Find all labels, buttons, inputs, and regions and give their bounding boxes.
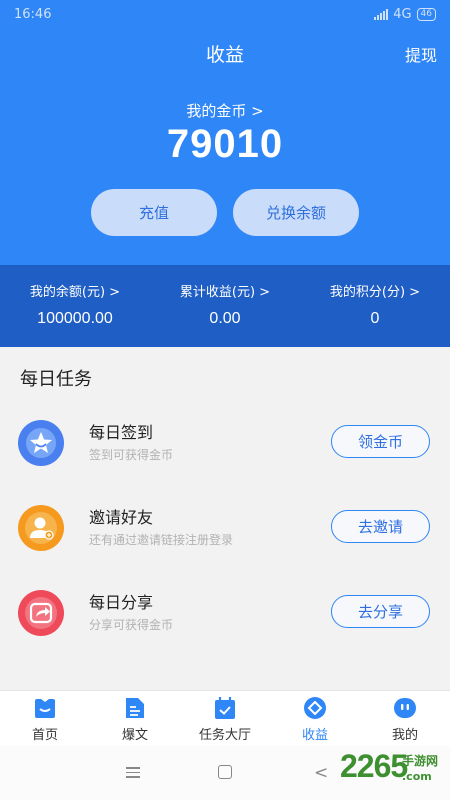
share-button[interactable]: 去分享 (331, 595, 430, 628)
my-coins-link[interactable]: 我的金币 > (0, 100, 450, 121)
tab-label: 爆文 (121, 728, 148, 743)
user-add-icon (18, 505, 64, 551)
stat-label: 我的余额(元) > (29, 285, 121, 300)
task-checkin: 每日签到 签到可获得金币 领金币 (0, 408, 450, 478)
task-share: 每日分享 分享可获得金币 去分享 (0, 578, 450, 648)
tab-earnings[interactable]: 收益 (270, 691, 360, 747)
stats-bar: 我的余额(元) > 100000.00 累计收益(元) > 0.00 我的积分(… (0, 265, 450, 347)
task-desc: 签到可获得金币 (89, 448, 174, 462)
stat-label: 我的积分(分) > (329, 285, 421, 300)
calendar-check-icon (213, 696, 237, 720)
task-name: 每日分享 (89, 593, 154, 612)
withdraw-button[interactable]: 提现 (405, 42, 437, 66)
tab-label: 首页 (31, 728, 58, 743)
share-icon (18, 590, 64, 636)
article-icon (123, 696, 147, 720)
stat-value: 100000.00 (37, 310, 113, 327)
signal-icon (374, 9, 389, 20)
coins-value: 79010 (166, 122, 284, 166)
recharge-button[interactable]: 充值 (91, 189, 217, 236)
task-name: 每日签到 (89, 423, 154, 442)
task-desc: 还有通过邀请链接注册登录 (89, 533, 234, 547)
stat-label: 累计收益(元) > (179, 285, 271, 300)
home-icon (33, 696, 57, 720)
stat-total-earnings[interactable]: 累计收益(元) > 0.00 (150, 281, 300, 328)
page-title: 收益 (205, 44, 244, 66)
menu-icon[interactable] (126, 767, 140, 781)
tab-profile[interactable]: 我的 (360, 691, 450, 747)
exchange-balance-button[interactable]: 兑换余额 (233, 189, 359, 236)
status-bar: 16:46 4G 46 (0, 0, 450, 30)
watermark-domain: .com (402, 770, 432, 783)
task-invite: 邀请好友 还有通过邀请链接注册登录 去邀请 (0, 493, 450, 563)
watermark-sub: 手游网 (402, 754, 439, 768)
home-square-icon[interactable] (218, 765, 232, 779)
stat-value: 0.00 (209, 310, 241, 327)
task-desc: 分享可获得金币 (89, 618, 174, 632)
status-indicators: 4G 46 (374, 7, 436, 22)
tab-home[interactable]: 首页 (0, 691, 90, 747)
tab-label: 任务大厅 (198, 728, 251, 743)
earnings-icon (303, 696, 327, 720)
stat-balance[interactable]: 我的余额(元) > 100000.00 (0, 281, 150, 328)
task-name: 邀请好友 (89, 508, 154, 527)
tab-label: 我的 (391, 728, 418, 743)
battery-icon: 46 (416, 8, 436, 21)
bottom-tab-bar: 首页 爆文 任务大厅 收益 我的 (0, 690, 450, 747)
tab-label: 收益 (301, 728, 328, 743)
star-icon (18, 420, 64, 466)
earnings-header: 收益 提现 我的金币 > 79010 充值 兑换余额 (0, 30, 450, 265)
watermark-logo: 2265 (340, 748, 408, 784)
invite-button[interactable]: 去邀请 (331, 510, 430, 543)
back-icon[interactable]: < (314, 763, 328, 783)
stat-value: 0 (370, 310, 380, 327)
status-time: 16:46 (14, 7, 52, 22)
stat-points[interactable]: 我的积分(分) > 0 (300, 281, 450, 328)
claim-coins-button[interactable]: 领金币 (331, 425, 430, 458)
tab-articles[interactable]: 爆文 (90, 691, 180, 747)
section-title: 每日任务 (20, 369, 92, 390)
network-type: 4G (393, 7, 412, 22)
tab-task-hall[interactable]: 任务大厅 (180, 691, 270, 747)
profile-icon (393, 696, 417, 720)
